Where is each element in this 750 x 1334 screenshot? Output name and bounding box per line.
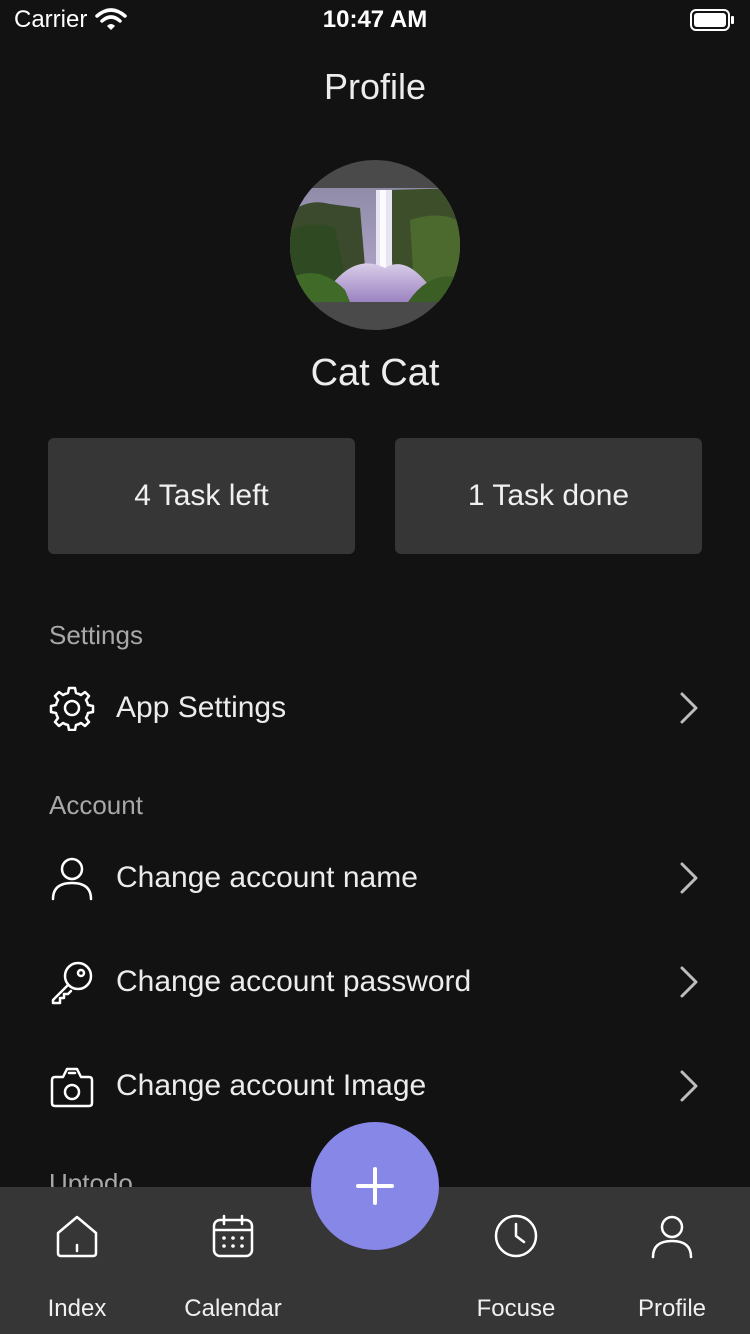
- avatar-image: [290, 188, 460, 302]
- tab-calendar-label: Calendar: [184, 1295, 282, 1322]
- user-icon: [649, 1211, 695, 1261]
- gear-icon: [48, 684, 96, 732]
- chevron-right-icon: [668, 1062, 708, 1110]
- app-settings-row[interactable]: App Settings: [48, 676, 708, 740]
- home-icon: [54, 1211, 100, 1261]
- key-icon: [48, 958, 96, 1006]
- tasks-done-card[interactable]: 1 Task done: [395, 438, 702, 554]
- user-name: Cat Cat: [310, 352, 440, 394]
- change-password-row[interactable]: Change account password: [48, 950, 708, 1014]
- account-section-label: Account: [49, 790, 143, 820]
- status-time: 10:47 AM: [322, 6, 428, 33]
- chevron-right-icon: [668, 684, 708, 732]
- change-name-label: Change account name: [116, 861, 418, 894]
- tasks-left-card[interactable]: 4 Task left: [48, 438, 355, 554]
- tab-index-label: Index: [47, 1295, 107, 1322]
- tab-index[interactable]: Index: [27, 1187, 127, 1334]
- tasks-left-label: 4 Task left: [134, 479, 269, 512]
- tab-profile-label: Profile: [637, 1295, 707, 1322]
- user-icon: [48, 854, 96, 902]
- status-bar: Carrier 10:47 AM: [0, 0, 750, 40]
- chevron-right-icon: [668, 958, 708, 1006]
- tab-focuse-label: Focuse: [476, 1295, 556, 1322]
- tab-calendar[interactable]: Calendar: [173, 1187, 293, 1334]
- calendar-icon: [210, 1211, 256, 1261]
- clock-icon: [493, 1211, 539, 1261]
- add-task-button[interactable]: [311, 1122, 439, 1250]
- battery-icon: [690, 8, 736, 37]
- app-settings-label: App Settings: [116, 691, 287, 724]
- page-title: Profile: [323, 66, 427, 107]
- change-name-row[interactable]: Change account name: [48, 846, 708, 910]
- change-image-row[interactable]: Change account Image: [48, 1054, 708, 1118]
- plus-icon: [356, 1167, 394, 1205]
- change-image-label: Change account Image: [116, 1069, 427, 1102]
- avatar[interactable]: [290, 160, 460, 330]
- settings-section-label: Settings: [49, 620, 143, 650]
- camera-icon: [48, 1062, 96, 1110]
- chevron-right-icon: [668, 854, 708, 902]
- tasks-done-label: 1 Task done: [467, 479, 630, 512]
- tab-profile[interactable]: Profile: [622, 1187, 722, 1334]
- change-password-label: Change account password: [116, 965, 472, 998]
- tab-focuse[interactable]: Focuse: [466, 1187, 566, 1334]
